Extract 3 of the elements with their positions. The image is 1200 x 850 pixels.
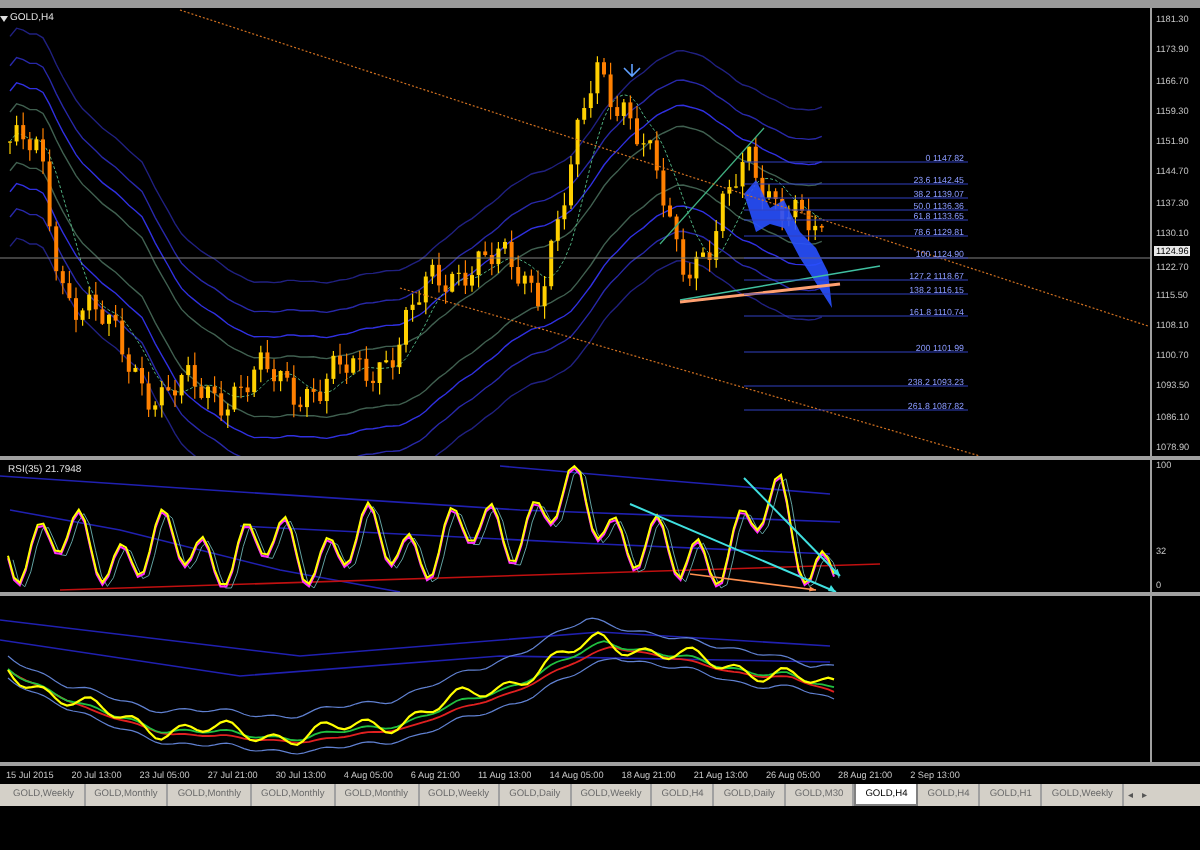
dropdown-arrow-icon: [0, 16, 8, 22]
harmonic-pattern-shape: [744, 180, 832, 308]
down-arrow-icon: [623, 63, 641, 78]
